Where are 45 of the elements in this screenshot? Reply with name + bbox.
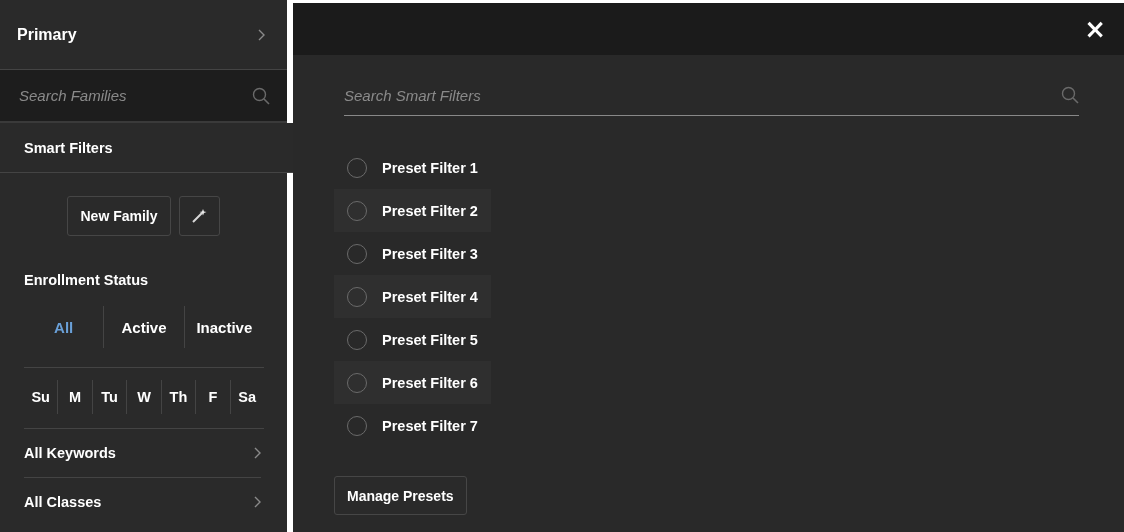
filter-row[interactable]: All Keywords [24, 429, 261, 478]
chevron-icon [254, 496, 261, 508]
filter-label: All Keywords [24, 445, 116, 461]
section-tab[interactable]: Smart Filters [0, 123, 293, 173]
preset-option[interactable]: Preset Filter 7 [334, 404, 491, 447]
preset-option[interactable]: Preset Filter 6 [334, 361, 491, 404]
preset-label: Preset Filter 6 [382, 374, 478, 391]
day-toggle[interactable]: Th [160, 380, 196, 414]
section-title: Enrollment Status [24, 272, 150, 288]
search-field[interactable]: Search Smart Filters [344, 75, 1079, 116]
search-icon [252, 86, 270, 105]
search-field[interactable]: Search Families [0, 70, 287, 123]
preset-option[interactable]: Preset Filter 4 [334, 275, 491, 318]
chevron-icon [258, 28, 265, 41]
day-toggle[interactable]: Tu [91, 380, 127, 414]
new-family-button[interactable]: New Family [67, 196, 171, 236]
search-input[interactable]: Search Families [19, 87, 252, 104]
status-option[interactable]: All [24, 306, 104, 348]
magic-wand-button[interactable] [178, 196, 220, 236]
day-toggle[interactable]: Su [24, 380, 58, 414]
magic-wand-icon [191, 208, 207, 224]
search-input[interactable]: Search Smart Filters [344, 86, 1061, 104]
preset-label: Preset Filter 7 [382, 417, 478, 434]
manage-presets-button[interactable]: Manage Presets [334, 476, 467, 515]
preset-option[interactable]: Preset Filter 5 [334, 318, 491, 361]
chevron-icon [254, 447, 261, 459]
preset-option[interactable]: Preset Filter 1 [334, 146, 491, 189]
day-toggle[interactable]: M [57, 380, 92, 414]
status-option[interactable]: Inactive [183, 306, 264, 348]
preset-option[interactable]: Preset Filter 2 [334, 189, 491, 232]
day-toggle[interactable]: F [195, 380, 230, 414]
preset-label: Preset Filter 3 [382, 245, 478, 262]
preset-label: Preset Filter 5 [382, 331, 478, 348]
preset-option[interactable]: Preset Filter 3 [334, 232, 491, 275]
search-icon [1061, 86, 1079, 104]
close-button[interactable]: × [1080, 16, 1110, 42]
filter-row[interactable]: All Classes [24, 478, 261, 526]
sidebar-title: Primary [17, 25, 77, 44]
day-toggle[interactable]: Sa [229, 380, 264, 414]
preset-label: Preset Filter 2 [382, 202, 478, 219]
preset-label: Preset Filter 4 [382, 288, 478, 305]
preset-label: Preset Filter 1 [382, 159, 478, 176]
status-option[interactable]: Active [103, 306, 184, 348]
day-toggle[interactable]: W [126, 380, 161, 414]
filter-label: All Classes [24, 494, 102, 510]
